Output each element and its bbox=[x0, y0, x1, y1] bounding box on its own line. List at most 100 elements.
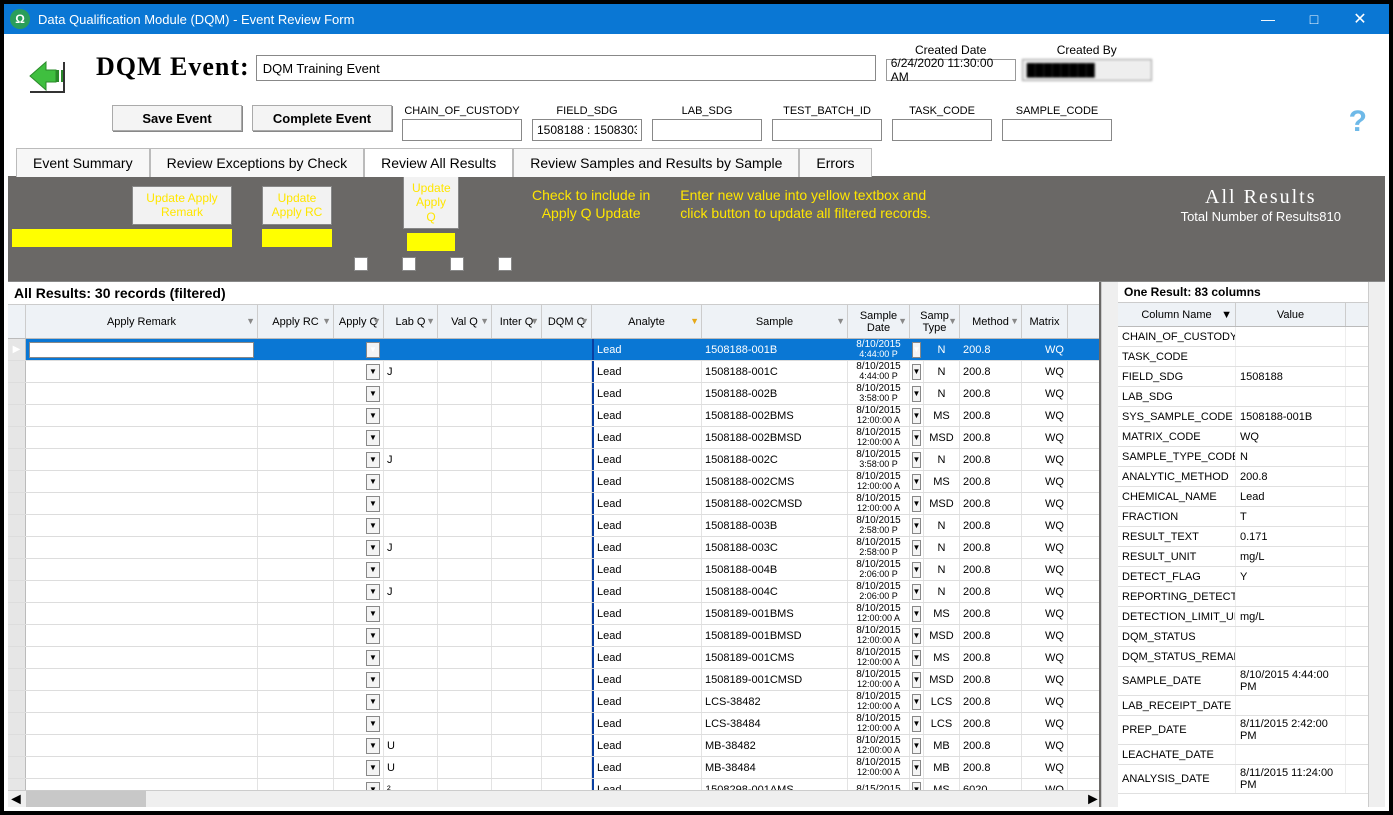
col-apply-q[interactable]: Apply Q▼ bbox=[334, 305, 384, 338]
date-dropdown[interactable]: ▼ bbox=[910, 361, 924, 382]
cell-apply-q[interactable]: ▼ bbox=[334, 625, 384, 646]
cell-apply-remark[interactable] bbox=[26, 405, 258, 426]
include-check-2[interactable] bbox=[402, 257, 416, 271]
detail-row[interactable]: ANALYSIS_DATE8/11/2015 11:24:00 PM bbox=[1118, 765, 1368, 794]
cell-apply-q[interactable]: ▼ bbox=[334, 713, 384, 734]
cell-apply-rc[interactable] bbox=[258, 339, 334, 360]
dropdown-icon[interactable]: ▼ bbox=[366, 606, 380, 622]
date-dropdown[interactable]: ▼ bbox=[910, 559, 924, 580]
dropdown-icon[interactable]: ▼ bbox=[366, 584, 380, 600]
detail-row[interactable]: LAB_RECEIPT_DATE bbox=[1118, 696, 1368, 716]
date-dropdown[interactable]: ▼ bbox=[910, 647, 924, 668]
detail-row[interactable]: SYS_SAMPLE_CODE1508188-001B bbox=[1118, 407, 1368, 427]
minimize-button[interactable]: — bbox=[1245, 4, 1291, 34]
date-dropdown[interactable]: ▼ bbox=[910, 383, 924, 404]
table-row[interactable]: ▼JLead1508188-004C8/10/20152:06:00 P▼N20… bbox=[8, 581, 1099, 603]
table-row[interactable]: ▼Lead1508188-002BMSD8/10/201512:00:00 A▼… bbox=[8, 427, 1099, 449]
table-row[interactable]: ▼JLead1508188-002C8/10/20153:58:00 P▼N20… bbox=[8, 449, 1099, 471]
col-apply-rc[interactable]: Apply RC▼ bbox=[258, 305, 334, 338]
table-row[interactable]: ▼Lead1508189-001BMSD8/10/201512:00:00 A▼… bbox=[8, 625, 1099, 647]
cell-apply-remark[interactable] bbox=[26, 559, 258, 580]
cell-apply-rc[interactable] bbox=[258, 515, 334, 536]
detail-row[interactable]: DQM_STATUS_REMARK bbox=[1118, 647, 1368, 667]
apply-remark-yellow-input[interactable] bbox=[12, 229, 232, 247]
dropdown-icon[interactable]: ▼ bbox=[366, 672, 380, 688]
detail-row[interactable]: DETECT_FLAGY bbox=[1118, 567, 1368, 587]
detail-col-value[interactable]: Value bbox=[1236, 303, 1346, 326]
cell-apply-rc[interactable] bbox=[258, 691, 334, 712]
cell-apply-remark[interactable] bbox=[26, 669, 258, 690]
table-row[interactable]: ▼Lead1508189-001BMS8/10/201512:00:00 A▼M… bbox=[8, 603, 1099, 625]
date-dropdown[interactable]: ▼ bbox=[910, 537, 924, 558]
vertical-scrollbar-right[interactable] bbox=[1368, 282, 1385, 807]
dropdown-icon[interactable]: ▼ bbox=[366, 430, 380, 446]
include-check-1[interactable] bbox=[354, 257, 368, 271]
dropdown-icon[interactable]: ▼ bbox=[366, 474, 380, 490]
dropdown-icon[interactable]: ▼ bbox=[366, 496, 380, 512]
dropdown-icon[interactable]: ▼ bbox=[366, 364, 380, 380]
cell-apply-q[interactable]: ▼ bbox=[334, 493, 384, 514]
tab-review-all-results[interactable]: Review All Results bbox=[364, 148, 513, 177]
detail-row[interactable]: LEACHATE_DATE bbox=[1118, 745, 1368, 765]
table-row[interactable]: ▼Lead1508188-002CMSD8/10/201512:00:00 A▼… bbox=[8, 493, 1099, 515]
cell-apply-remark[interactable] bbox=[26, 713, 258, 734]
table-row[interactable]: ▼LeadLCS-384848/10/201512:00:00 A▼LCS200… bbox=[8, 713, 1099, 735]
update-apply-remark-button[interactable]: Update Apply Remark bbox=[132, 186, 232, 225]
cell-apply-q[interactable]: ▼ bbox=[334, 735, 384, 756]
date-dropdown[interactable]: ▼ bbox=[910, 713, 924, 734]
cell-apply-remark[interactable] bbox=[26, 581, 258, 602]
date-dropdown[interactable]: ▼ bbox=[910, 603, 924, 624]
cell-apply-rc[interactable] bbox=[258, 471, 334, 492]
cell-apply-rc[interactable] bbox=[258, 449, 334, 470]
date-dropdown[interactable]: ▼ bbox=[910, 339, 924, 360]
dropdown-icon[interactable]: ▼ bbox=[366, 386, 380, 402]
update-apply-q-button[interactable]: Update Apply Q bbox=[403, 176, 459, 229]
date-dropdown[interactable]: ▼ bbox=[910, 471, 924, 492]
vertical-scrollbar-left[interactable] bbox=[1101, 282, 1118, 807]
date-dropdown[interactable]: ▼ bbox=[910, 691, 924, 712]
detail-row[interactable]: RESULT_TEXT0.171 bbox=[1118, 527, 1368, 547]
cell-apply-rc[interactable] bbox=[258, 581, 334, 602]
detail-row[interactable]: DQM_STATUS bbox=[1118, 627, 1368, 647]
table-row[interactable]: ▼Lead1508188-002BMS8/10/201512:00:00 A▼M… bbox=[8, 405, 1099, 427]
date-dropdown[interactable]: ▼ bbox=[910, 669, 924, 690]
cell-apply-q[interactable]: ▼ bbox=[334, 471, 384, 492]
cell-apply-rc[interactable] bbox=[258, 493, 334, 514]
field-sdg-input[interactable] bbox=[532, 119, 642, 141]
save-event-button[interactable]: Save Event bbox=[112, 105, 242, 131]
include-check-4[interactable] bbox=[498, 257, 512, 271]
detail-row[interactable]: MATRIX_CODEWQ bbox=[1118, 427, 1368, 447]
table-row[interactable]: ▼²Lead1508298-001AMS8/15/2015▼MS6020WQ bbox=[8, 779, 1099, 790]
tab-review-exceptions[interactable]: Review Exceptions by Check bbox=[150, 148, 365, 177]
cell-apply-rc[interactable] bbox=[258, 537, 334, 558]
cell-apply-rc[interactable] bbox=[258, 735, 334, 756]
table-row[interactable]: ▼JLead1508188-001C8/10/20154:44:00 P▼N20… bbox=[8, 361, 1099, 383]
dropdown-icon[interactable]: ▼ bbox=[366, 452, 380, 468]
cell-apply-q[interactable]: ▼ bbox=[334, 515, 384, 536]
table-row[interactable]: ▼ULeadMB-384828/10/201512:00:00 A▼MB200.… bbox=[8, 735, 1099, 757]
cell-apply-remark[interactable] bbox=[26, 493, 258, 514]
dropdown-icon[interactable]: ▼ bbox=[366, 760, 380, 776]
detail-row[interactable]: CHEMICAL_NAMELead bbox=[1118, 487, 1368, 507]
detail-row[interactable]: DETECTION_LIMIT_UNITmg/L bbox=[1118, 607, 1368, 627]
col-samp-type[interactable]: Samp Type▼ bbox=[910, 305, 960, 338]
date-dropdown[interactable]: ▼ bbox=[910, 493, 924, 514]
cell-apply-q[interactable]: ▼ bbox=[334, 405, 384, 426]
detail-row[interactable]: CHAIN_OF_CUSTODY bbox=[1118, 327, 1368, 347]
cell-apply-remark[interactable] bbox=[26, 449, 258, 470]
table-row[interactable]: ▼Lead1508188-004B8/10/20152:06:00 P▼N200… bbox=[8, 559, 1099, 581]
dropdown-icon[interactable]: ▼ bbox=[366, 716, 380, 732]
date-dropdown[interactable]: ▼ bbox=[910, 735, 924, 756]
cell-apply-rc[interactable] bbox=[258, 603, 334, 624]
col-inter-q[interactable]: Inter Q▼ bbox=[492, 305, 542, 338]
detail-row[interactable]: REPORTING_DETECTION_LIMIT bbox=[1118, 587, 1368, 607]
back-arrow-button[interactable] bbox=[26, 58, 68, 99]
col-sample-date[interactable]: Sample Date▼ bbox=[848, 305, 910, 338]
cell-apply-remark[interactable] bbox=[26, 383, 258, 404]
detail-row[interactable]: LAB_SDG bbox=[1118, 387, 1368, 407]
dropdown-icon[interactable]: ▼ bbox=[366, 628, 380, 644]
cell-apply-q[interactable]: ▼ bbox=[334, 449, 384, 470]
detail-row[interactable]: RESULT_UNITmg/L bbox=[1118, 547, 1368, 567]
cell-apply-rc[interactable] bbox=[258, 757, 334, 778]
table-row[interactable]: ▼Lead1508188-003B8/10/20152:58:00 P▼N200… bbox=[8, 515, 1099, 537]
